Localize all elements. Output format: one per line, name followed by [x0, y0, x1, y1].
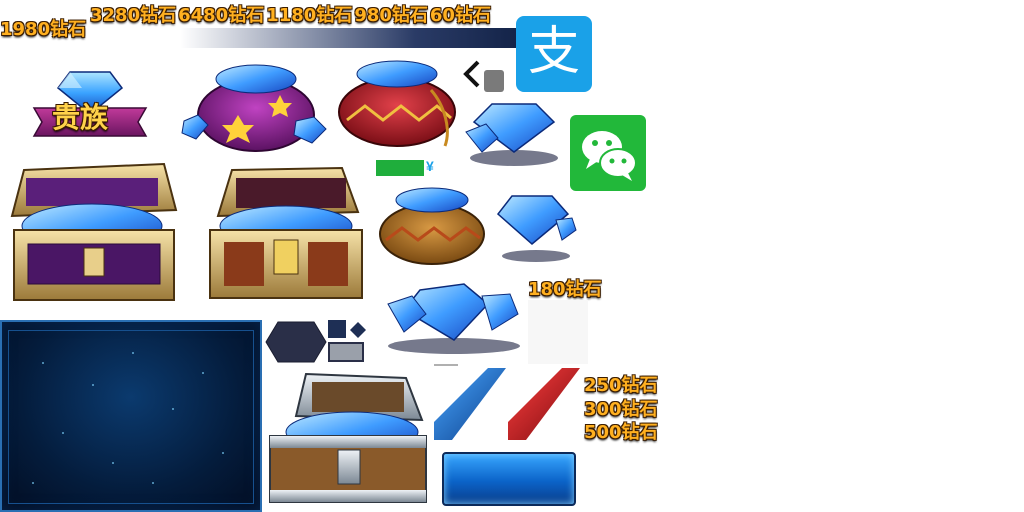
wechat-icon	[570, 115, 646, 191]
noble-badge: 贵族	[30, 62, 150, 152]
diamond-pile	[384, 274, 524, 358]
price-label-980: 980钻石	[354, 5, 428, 26]
grey-button-chip[interactable]	[328, 342, 364, 362]
gold-treasure-chest	[202, 164, 372, 306]
starry-frame-panel	[0, 320, 262, 512]
price-label-row: 3280钻石 6480钻石 1180钻石 980钻石 60钻石	[90, 6, 491, 26]
price-label-3280: 3280钻石	[90, 5, 177, 26]
brown-diamond-bag	[376, 180, 486, 266]
blue-action-button[interactable]	[442, 452, 576, 506]
silver-treasure-chest	[266, 370, 430, 510]
blank-slot	[528, 300, 588, 364]
alipay-button[interactable]: 支	[516, 16, 592, 92]
alipay-glyph: 支	[527, 22, 580, 82]
price-label-250: 250钻石	[584, 375, 658, 396]
purple-diamond-bag	[178, 55, 333, 155]
price-label-6480: 6480钻石	[178, 5, 265, 26]
yuan-symbol: ¥	[426, 158, 434, 174]
purple-treasure-chest	[4, 160, 184, 308]
navy-square	[328, 320, 346, 338]
divider-line	[434, 364, 458, 366]
chevron-left-icon	[463, 60, 504, 92]
top-gradient-strip	[180, 28, 516, 48]
back-button[interactable]	[460, 58, 506, 94]
diamond-cluster-small	[462, 94, 562, 170]
price-label-1980: 1980钻石	[0, 19, 87, 40]
hexagon-tile	[264, 320, 328, 364]
wechat-button[interactable]	[570, 115, 646, 191]
price-label-180: 180钻石	[528, 279, 602, 300]
noble-label: 贵族	[52, 101, 109, 134]
red-diamond-bag	[335, 56, 460, 152]
red-tab[interactable]	[508, 368, 580, 440]
frame-inner-border	[8, 330, 254, 504]
navy-diamond-chip	[350, 322, 366, 338]
single-diamond	[494, 190, 580, 266]
price-label-60: 60钻石	[429, 5, 491, 26]
price-label-1180: 1180钻石	[266, 5, 353, 26]
blue-tab[interactable]	[434, 368, 506, 440]
price-label-500: 500钻石	[584, 422, 658, 443]
price-green-bar	[376, 160, 424, 176]
price-label-300: 300钻石	[584, 399, 658, 420]
